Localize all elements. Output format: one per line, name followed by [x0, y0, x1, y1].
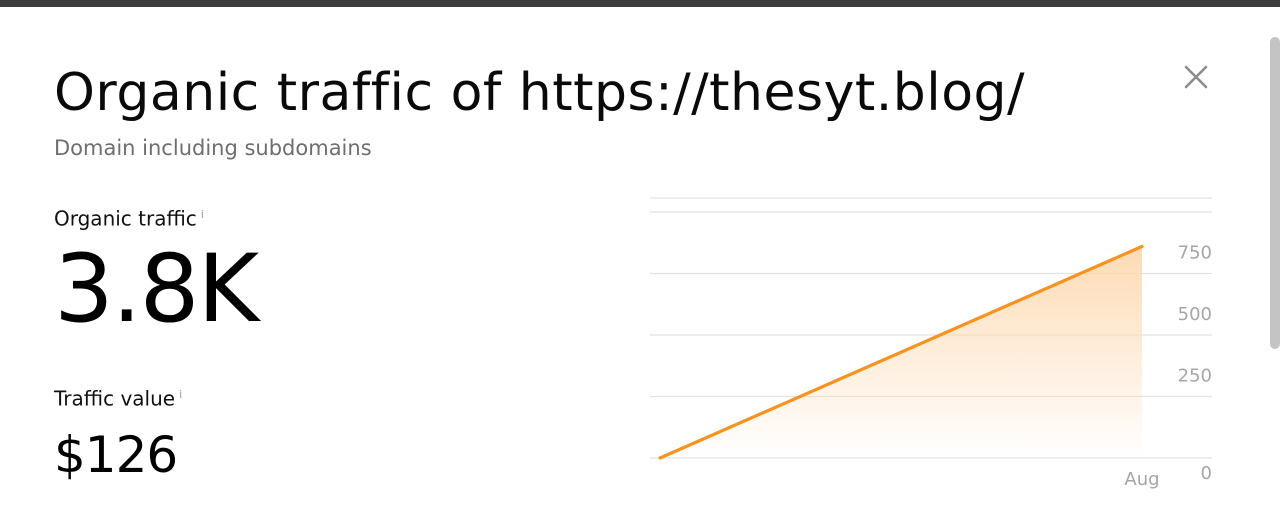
y-axis-ticks: 0 250 500 750 1K	[1178, 197, 1214, 484]
y-tick-label: 500	[1178, 304, 1212, 325]
organic-traffic-chart: 0 250 500 750 1K Aug	[650, 197, 1214, 490]
organic-traffic-label-text: Organic traffic	[54, 206, 197, 231]
window-top-bar	[0, 0, 1280, 7]
traffic-value-amount: $126	[54, 426, 178, 484]
info-icon[interactable]: i	[179, 388, 182, 401]
modal-title: Organic traffic of https://thesyt.blog/	[54, 63, 1026, 123]
traffic-value-label-text: Traffic value	[54, 386, 176, 411]
y-tick-label: 0	[1201, 463, 1212, 484]
x-tick-label: Aug	[1124, 469, 1159, 490]
organic-traffic-value: 3.8K	[54, 235, 259, 344]
x-axis-ticks: Aug	[1124, 469, 1159, 490]
organic-traffic-label: Organic traffic i	[54, 203, 204, 231]
traffic-value-label: Traffic value i	[54, 383, 182, 411]
organic-traffic-modal: Organic traffic of https://thesyt.blog/ …	[0, 7, 1280, 506]
close-icon[interactable]	[1178, 59, 1214, 95]
scrollbar[interactable]	[1270, 37, 1280, 349]
y-tick-label: 750	[1178, 243, 1212, 264]
info-icon[interactable]: i	[201, 208, 204, 221]
y-tick-label: 1K	[1189, 197, 1213, 202]
modal-subtitle: Domain including subdomains	[54, 136, 372, 160]
y-tick-label: 250	[1178, 366, 1212, 387]
